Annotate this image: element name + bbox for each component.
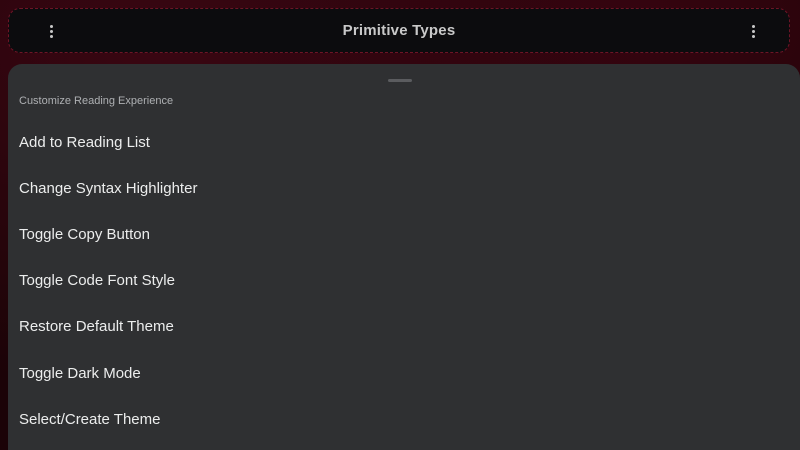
sheet-menu: Add to Reading List Change Syntax Highli… — [8, 119, 800, 442]
menu-item-restore-default-theme[interactable]: Restore Default Theme — [8, 304, 800, 350]
dot — [751, 34, 755, 38]
menu-item-change-syntax-highlighter[interactable]: Change Syntax Highlighter — [8, 165, 800, 211]
dot — [751, 24, 755, 28]
menu-item-select-create-theme[interactable]: Select/Create Theme — [8, 396, 800, 442]
dot — [49, 29, 53, 33]
menu-item-toggle-copy-button[interactable]: Toggle Copy Button — [8, 211, 800, 257]
app-bar: Primitive Types — [8, 8, 790, 53]
sheet-title: Customize Reading Experience — [19, 95, 174, 107]
dot — [751, 29, 755, 33]
dot — [49, 34, 53, 38]
menu-item-add-to-reading-list[interactable]: Add to Reading List — [8, 119, 800, 165]
more-vert-icon[interactable] — [739, 17, 767, 45]
more-vert-icon[interactable] — [37, 17, 65, 45]
menu-item-toggle-code-font-style[interactable]: Toggle Code Font Style — [8, 258, 800, 304]
drag-handle[interactable] — [388, 79, 412, 82]
page-title: Primitive Types — [342, 22, 456, 39]
bottom-sheet: Customize Reading Experience Add to Read… — [8, 64, 800, 450]
screen: Primitive Types Customize Reading Experi… — [0, 0, 800, 450]
menu-item-toggle-dark-mode[interactable]: Toggle Dark Mode — [8, 350, 800, 396]
dot — [49, 24, 53, 28]
